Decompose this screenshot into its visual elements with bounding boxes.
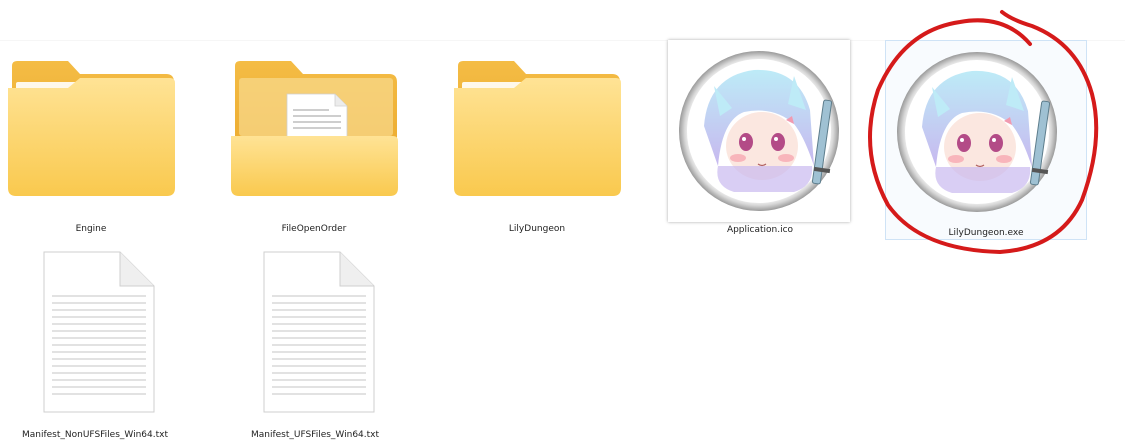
file-name: FileOpenOrder: [281, 224, 347, 234]
file-name: LilyDungeon.exe: [948, 228, 1024, 238]
file-name: Application.ico: [726, 225, 794, 235]
file-item-lilydungeon-folder[interactable]: LilyDungeon: [452, 58, 622, 240]
file-item-manifest-nonufsfiles[interactable]: Manifest_NonUFSFiles_Win64.txt: [20, 250, 170, 444]
folder-icon: [8, 61, 175, 196]
file-item-application-ico[interactable]: Application.ico: [668, 40, 852, 240]
anime-avatar-icon: [679, 51, 839, 211]
file-name: Engine: [75, 224, 107, 234]
anime-avatar-icon: [897, 52, 1057, 212]
file-item-manifest-ufsfiles[interactable]: Manifest_UFSFiles_Win64.txt: [240, 250, 390, 444]
toolbar-area: [0, 0, 1125, 41]
file-name: LilyDungeon: [508, 224, 566, 234]
file-item-engine[interactable]: Engine: [6, 58, 176, 240]
file-item-lilydungeon-exe[interactable]: LilyDungeon.exe: [885, 40, 1087, 240]
file-name: Manifest_UFSFiles_Win64.txt: [250, 430, 380, 440]
file-item-fileopenorder[interactable]: FileOpenOrder: [229, 58, 399, 240]
file-name: Manifest_NonUFSFiles_Win64.txt: [21, 430, 169, 440]
folder-with-document-icon: [231, 61, 398, 196]
text-document-icon: [263, 251, 375, 413]
text-document-icon: [43, 251, 155, 413]
folder-icon: [454, 61, 621, 196]
